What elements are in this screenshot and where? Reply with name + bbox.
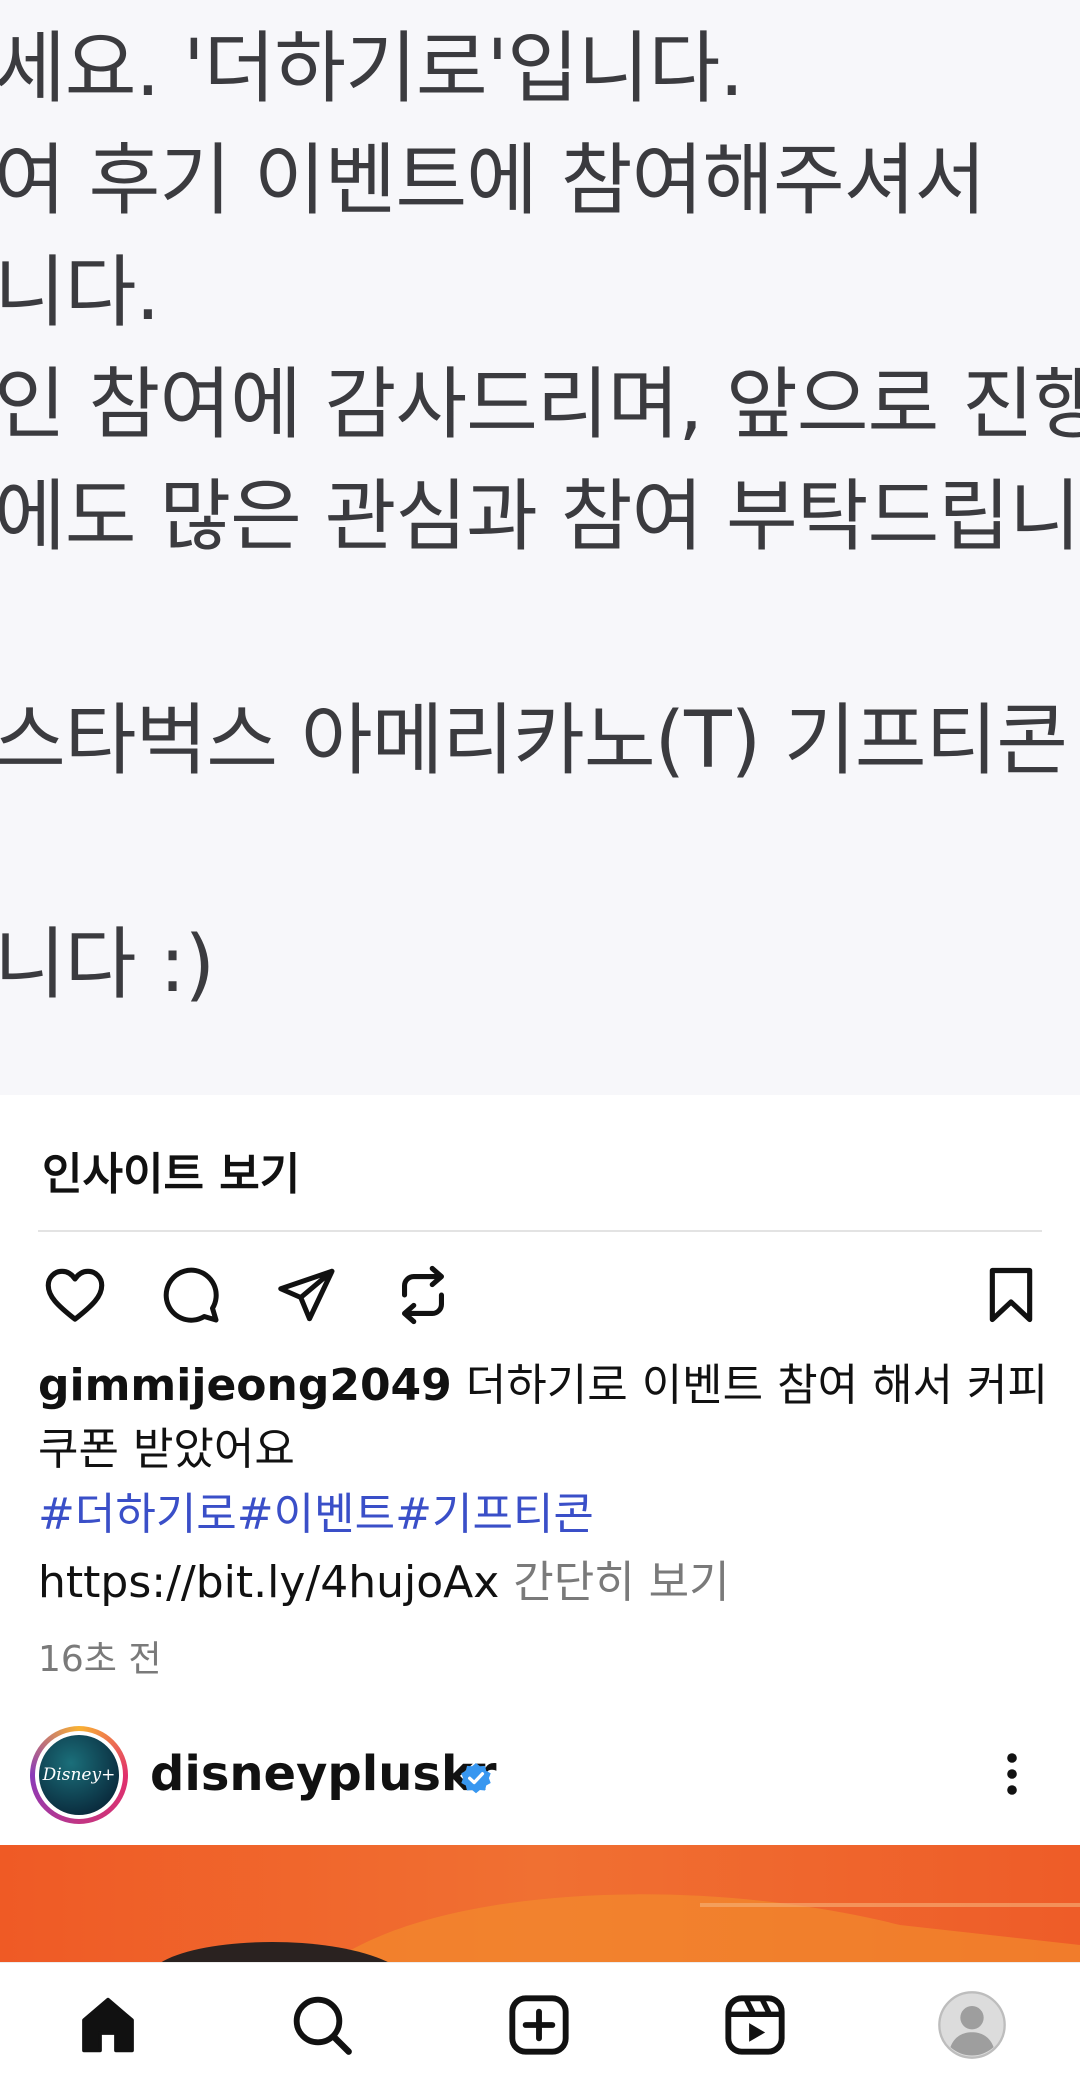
post-image-text-line: 세요. '더하기로'입니다. [0,24,744,114]
next-post-username[interactable]: disneypluskr [150,1746,497,1802]
caption-hashtags[interactable]: #더하기로#이벤트#기프티콘 [38,1478,594,1542]
post-image-text-line: 인 참여에 감사드리며, 앞으로 진행 [0,360,1080,450]
repost-icon[interactable] [390,1262,456,1328]
reels-icon[interactable] [717,1987,793,2063]
comment-icon[interactable] [158,1262,224,1328]
view-insights-link[interactable]: 인사이트 보기 [42,1138,300,1202]
avatar-logo: Disney+ [39,1735,119,1815]
post-image-text-line: 에도 많은 관심과 참여 부탁드립니다 [0,472,1080,562]
share-icon[interactable] [274,1262,340,1328]
bookmark-icon[interactable] [978,1262,1044,1328]
post-caption: gimmijeong2049 더하기로 이벤트 참여 해서 커피 쿠폰 받았어요 [38,1354,1048,1482]
create-icon[interactable] [501,1987,577,2063]
home-icon[interactable] [70,1987,146,2063]
caption-link[interactable]: https://bit.ly/4hujoAx [38,1557,499,1608]
post-image-text-line: 니다. [0,248,160,338]
caption-link-line: https://bit.ly/4hujoAx 간단히 보기 [38,1546,730,1610]
avatar[interactable]: Disney+ [30,1726,128,1824]
post-image[interactable]: 세요. '더하기로'입니다. 여 후기 이벤트에 참여해주셔서 니다. 인 참여… [0,0,1080,1095]
bottom-tab-bar [0,1962,1080,2093]
see-less-link[interactable]: 간단히 보기 [513,1557,729,1608]
post-timestamp: 16초 전 [38,1639,162,1680]
avatar-border: Disney+ [35,1731,123,1819]
next-post-header: Disney+ disneypluskr [0,1720,1080,1830]
heart-icon[interactable] [42,1262,108,1328]
post-image-text-line: 스타벅스 아메리카노(T) 기프티콘 [0,696,1068,786]
profile-icon[interactable] [934,1987,1010,2063]
more-options-icon[interactable] [1000,1750,1024,1802]
divider [38,1230,1042,1232]
post-image-text-line: 여 후기 이벤트에 참여해주셔서 [0,136,986,226]
next-post-media[interactable] [0,1845,1080,1963]
post-image-text-line: 니다 :) [0,920,215,1010]
media-decoration [160,1894,1080,1963]
post-action-bar [0,1262,1080,1328]
verified-badge-icon [458,1760,494,1800]
search-icon[interactable] [284,1987,360,2063]
caption-username[interactable]: gimmijeong2049 [38,1360,452,1411]
